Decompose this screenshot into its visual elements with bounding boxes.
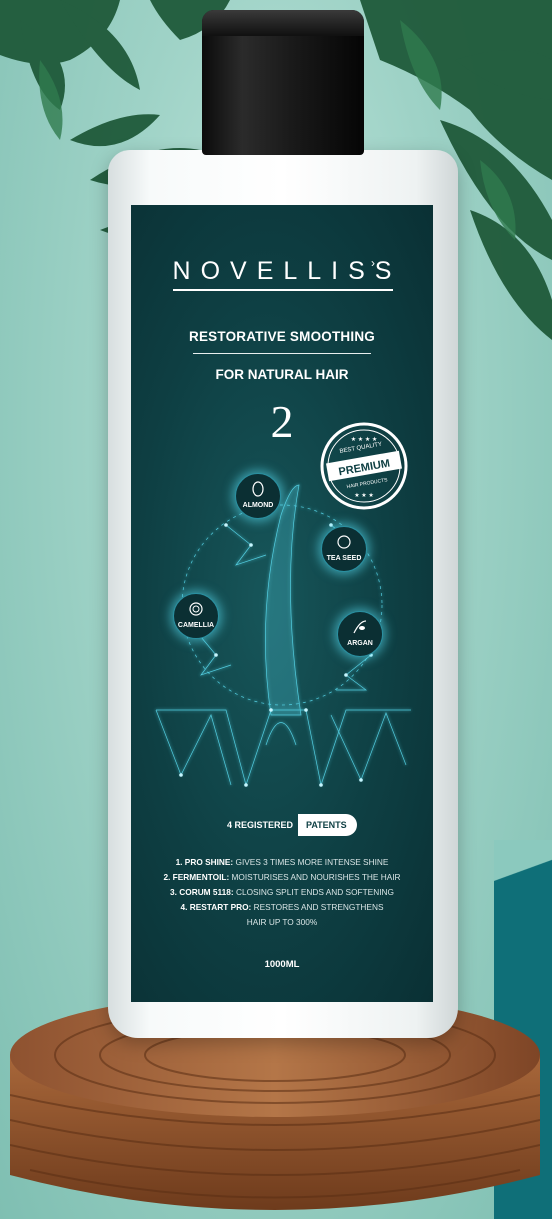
ingredient-argan: ARGAN <box>337 611 383 657</box>
feature-item: 3. CORUM 5118: CLOSING SPLIT ENDS AND SO… <box>170 887 394 897</box>
ingredient-tea-seed: TEA SEED <box>321 526 367 572</box>
ingredient-label: TEA SEED <box>326 555 362 562</box>
product-title-line1: RESTORATIVE SMOOTHING <box>189 329 375 344</box>
brand-logo: NOVELLISS <box>172 257 402 285</box>
brand-underline <box>173 289 393 291</box>
ingredient-almond: ALMOND <box>235 473 281 519</box>
feature-item: 4. RESTART PRO: RESTORES AND STRENGTHENS… <box>180 902 384 927</box>
product-label: NOVELLISS › RESTORATIVE SMOOTHING FOR NA… <box>131 205 433 1002</box>
patents-count: 4 REGISTERED <box>227 820 294 830</box>
tea-seed-icon <box>337 535 351 549</box>
patents-label: PATENTS <box>298 814 357 836</box>
seal-top-text: BEST QUALITY <box>339 442 382 455</box>
camellia-icon <box>189 602 203 616</box>
product-scene: NOVELLISS › RESTORATIVE SMOOTHING FOR NA… <box>0 0 552 1219</box>
svg-text:★ ★ ★ ★: ★ ★ ★ ★ <box>351 436 378 443</box>
feature-item: 1. PRO SHINE: GIVES 3 TIMES MORE INTENSE… <box>175 857 389 867</box>
teal-backdrop-highlight <box>494 840 552 900</box>
almond-icon <box>252 481 264 497</box>
title-divider <box>193 353 371 354</box>
ingredient-label: CAMELLIA <box>177 622 215 629</box>
feature-item: 2. FERMENTOIL: MOISTURISES AND NOURISHES… <box>163 872 401 882</box>
ingredient-label: ARGAN <box>347 640 373 647</box>
hair-strand-icon <box>155 484 411 787</box>
bottle-cap <box>202 10 364 155</box>
arrow-icon: › <box>371 256 375 270</box>
product-title-line2: FOR NATURAL HAIR <box>215 367 349 382</box>
ingredient-camellia: CAMELLIA <box>173 593 219 639</box>
ingredient-label: ALMOND <box>242 502 274 509</box>
features-list: 1. PRO SHINE: GIVES 3 TIMES MORE INTENSE… <box>131 855 433 930</box>
volume-label: 1000ML <box>264 959 300 970</box>
patents-badge: 4 REGISTERED PATENTS <box>227 813 357 837</box>
argan-icon <box>353 620 367 634</box>
